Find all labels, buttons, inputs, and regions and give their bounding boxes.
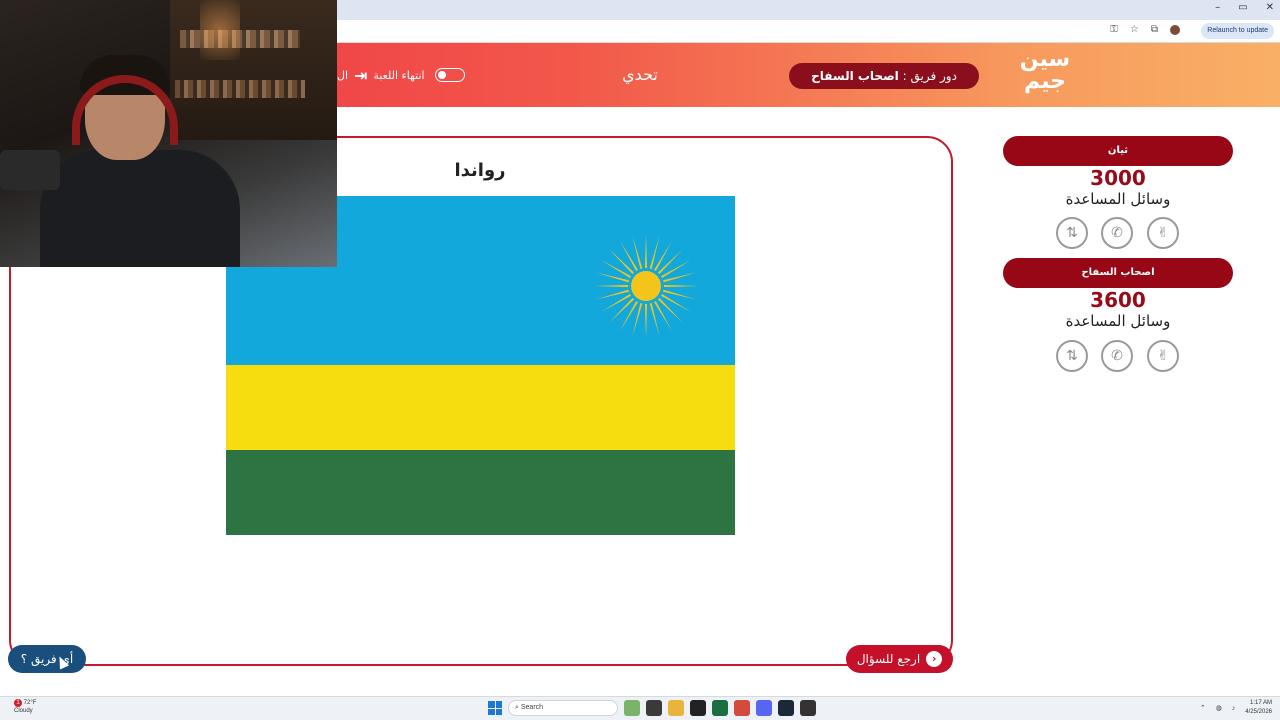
maximize-button[interactable]: ▭ — [1238, 2, 1247, 13]
notification-badge: 1 — [14, 699, 22, 707]
back-to-question-button[interactable]: ‹ ارجع للسؤال — [846, 645, 953, 673]
windows-taskbar: 1 72°F Cloudy ⌕ Search ⌃ ◍ ♪ 1:17 AM 4/2… — [0, 696, 1280, 720]
bookshelf — [170, 0, 337, 140]
windows-start-icon[interactable] — [488, 701, 502, 715]
exit-arrow-icon[interactable]: ⇥ — [354, 66, 367, 85]
tray-chevron-icon[interactable]: ⌃ — [1200, 704, 1206, 712]
sun-ray — [620, 241, 639, 273]
webcam-overlay — [0, 0, 337, 267]
sun-ray — [601, 293, 633, 312]
team-name-pill: ثيان — [1003, 136, 1233, 166]
sun-ray — [601, 260, 633, 279]
books-row — [175, 80, 305, 98]
phone-icon[interactable]: ✆ — [1101, 340, 1133, 372]
lamp-glow — [200, 0, 240, 60]
sun-ray — [620, 299, 639, 331]
team-turn-name: اصحاب السفاح — [811, 69, 899, 83]
swap-icon[interactable]: ⇅ — [1056, 340, 1088, 372]
steam-icon[interactable] — [778, 700, 794, 716]
taskbar-apps: ⌕ Search — [488, 700, 816, 716]
weather-temp: 72°F — [23, 700, 37, 706]
system-tray: ⌃ ◍ ♪ 1:17 AM 4/25/2026 — [1200, 699, 1272, 717]
peace-hand-icon[interactable]: ✌ — [1147, 217, 1179, 249]
chevron-left-icon: ‹ — [926, 651, 943, 667]
minimize-button[interactable]: – — [1215, 2, 1220, 13]
peace-hand-icon[interactable]: ✌ — [1147, 340, 1179, 372]
taskbar-search[interactable]: ⌕ Search — [508, 700, 618, 716]
back-to-question-label: ارجع للسؤال — [856, 652, 921, 666]
task-view-icon[interactable] — [646, 700, 662, 716]
phone-icon[interactable]: ✆ — [1101, 217, 1133, 249]
extensions-icon[interactable]: ⧉ — [1151, 24, 1158, 35]
relaunch-button[interactable]: Relaunch to update — [1201, 23, 1274, 39]
clock-date: 4/25/2026 — [1245, 709, 1272, 715]
search-placeholder: Search — [520, 704, 544, 711]
network-icon[interactable]: ◍ — [1216, 704, 1222, 712]
flag-green-band — [226, 450, 735, 535]
sun-ray — [659, 260, 691, 279]
address-bar-icons: ⚿ ☆ ⧉ — [1110, 24, 1180, 35]
discord-icon[interactable] — [756, 700, 772, 716]
team-score: 3600 — [1090, 288, 1146, 312]
sun-ray — [653, 299, 672, 331]
app-icon[interactable] — [690, 700, 706, 716]
sun-ray — [662, 284, 698, 288]
file-explorer-icon[interactable] — [668, 700, 684, 716]
key-icon[interactable]: ⚿ — [1110, 24, 1118, 35]
widgets-icon[interactable] — [624, 700, 640, 716]
weather-desc: Cloudy — [14, 708, 33, 714]
microphone — [0, 150, 60, 190]
close-window-button[interactable]: ✕ — [1266, 2, 1274, 13]
streamer-body — [40, 150, 240, 267]
star-icon[interactable]: ☆ — [1130, 24, 1139, 35]
flag-sun-icon — [594, 234, 698, 338]
aids-label: وسائل المساعدة — [1065, 312, 1171, 330]
weather-widget[interactable]: 1 72°F Cloudy — [14, 699, 36, 715]
team-score: 3000 — [1090, 166, 1146, 190]
team-turn-prefix: دور فريق : — [902, 69, 957, 83]
team-turn-badge: دور فريق : اصحاب السفاح — [789, 63, 979, 89]
sun-ray — [594, 284, 630, 288]
sun-ray — [659, 293, 691, 312]
toggle-knob — [437, 70, 446, 79]
profile-avatar[interactable] — [1170, 24, 1180, 35]
swap-icon[interactable]: ⇅ — [1056, 217, 1088, 249]
aids-label: وسائل المساعدة — [1065, 190, 1171, 208]
excel-icon[interactable] — [712, 700, 728, 716]
sun-ray — [644, 302, 648, 338]
end-game-toggle[interactable] — [434, 68, 465, 82]
volume-icon[interactable]: ♪ — [1232, 705, 1236, 712]
challenge-label: تحدي — [622, 65, 658, 84]
flag-yellow-band — [226, 365, 735, 450]
clock[interactable]: 1:17 AM 4/25/2026 — [1245, 699, 1272, 717]
truncated-label: ال — [337, 68, 349, 82]
end-game-control[interactable]: ال ⇥ انتهاء اللعبة — [337, 63, 465, 87]
country-name: رواندا — [454, 160, 506, 181]
sun-ray — [653, 241, 672, 273]
team-name-pill: اصحاب السفاح — [1003, 258, 1233, 288]
end-game-label[interactable]: انتهاء اللعبة — [373, 69, 424, 82]
window-controls: – ▭ ✕ — [1215, 2, 1274, 13]
which-team-button[interactable]: أي فريق ؟ — [8, 645, 86, 673]
books-row — [180, 30, 300, 48]
sun-ray — [644, 234, 648, 270]
logo: سين جيم — [1019, 47, 1071, 94]
chrome-icon[interactable] — [734, 700, 750, 716]
clock-time: 1:17 AM — [1249, 700, 1272, 706]
obs-icon[interactable] — [800, 700, 816, 716]
